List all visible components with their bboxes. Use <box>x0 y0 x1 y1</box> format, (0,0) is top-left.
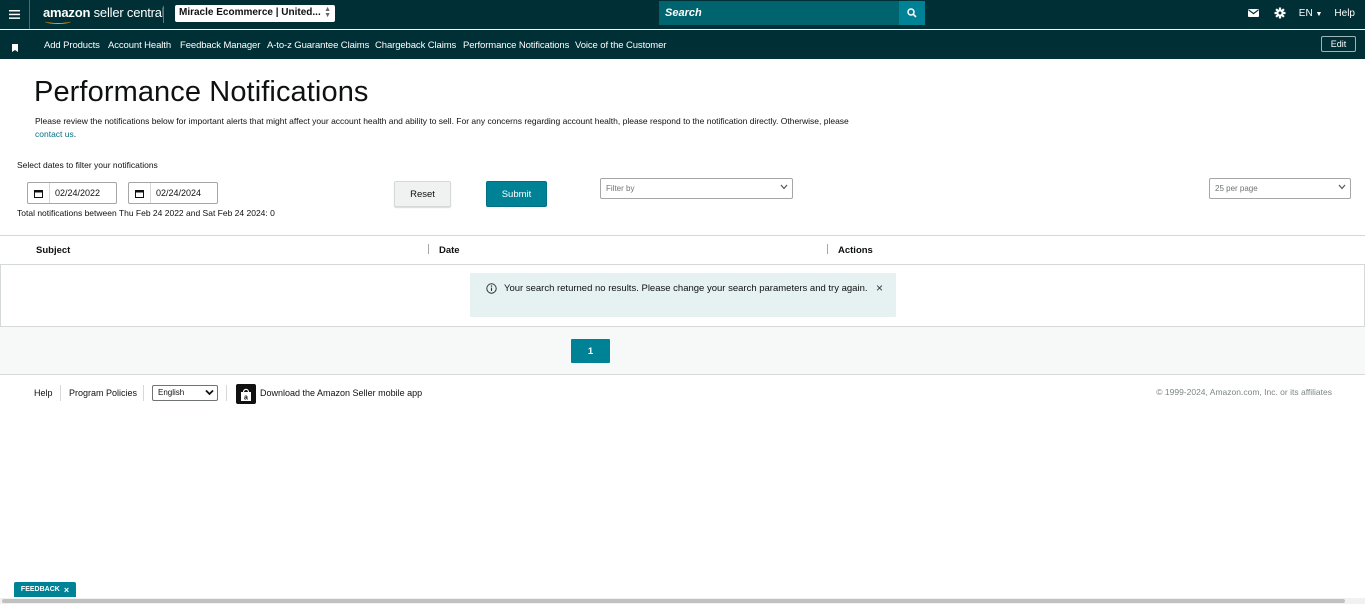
hamburger-icon <box>9 10 20 19</box>
contact-us-link[interactable]: contact us <box>35 129 74 139</box>
logo-brand: amazon <box>43 5 91 20</box>
intro-text: Please review the notifications below fo… <box>35 115 885 141</box>
no-results-alert: Your search returned no results. Please … <box>470 273 896 317</box>
store-selector[interactable]: Miracle Ecommerce | United... ▲ ▼ <box>175 5 335 22</box>
page-1-button[interactable]: 1 <box>571 339 610 363</box>
date-from-value: 02/24/2022 <box>55 188 101 198</box>
footer-divider <box>60 385 61 401</box>
bookmark-icon <box>12 44 18 52</box>
copyright-text: © 1999-2024, Amazon.com, Inc. or its aff… <box>1156 387 1332 397</box>
horizontal-scrollbar[interactable] <box>0 598 1365 604</box>
column-actions: Actions <box>838 245 873 256</box>
footer-language-select[interactable]: English <box>152 385 218 401</box>
language-label: EN <box>1298 7 1313 19</box>
gear-icon <box>1274 7 1286 19</box>
caret-down-icon: ▼ <box>1315 10 1323 18</box>
column-date[interactable]: Date <box>439 245 460 256</box>
chevron-down-icon <box>1338 184 1346 190</box>
intro-end: . <box>73 129 77 139</box>
date-from-field[interactable]: 02/24/2022 <box>27 182 117 204</box>
feedback-close-icon[interactable]: × <box>64 585 69 595</box>
download-app-link[interactable]: Download the Amazon Seller mobile app <box>260 388 422 398</box>
no-results-message: Your search returned no results. Please … <box>504 283 868 294</box>
messages-button[interactable] <box>1241 0 1267 26</box>
seller-central-logo[interactable]: amazon seller central <box>43 5 165 24</box>
filter-by-select[interactable]: Filter by <box>600 178 793 199</box>
edit-nav-button[interactable]: Edit <box>1321 36 1356 52</box>
language-selector[interactable]: EN ▼ <box>1299 8 1323 19</box>
nav-account-health[interactable]: Account Health <box>108 40 171 51</box>
nav-performance-notifications[interactable]: Performance Notifications <box>463 40 569 51</box>
footer-divider <box>143 385 144 401</box>
date-filter-label: Select dates to filter your notification… <box>17 160 158 170</box>
feedback-label: FEEDBACK <box>20 586 60 593</box>
info-icon <box>486 283 497 294</box>
page-title: Performance Notifications <box>34 76 369 108</box>
column-divider <box>428 244 429 254</box>
scrollbar-thumb[interactable] <box>2 599 1345 603</box>
calendar-icon[interactable] <box>129 183 151 203</box>
footer-divider <box>226 385 227 401</box>
search-input[interactable] <box>659 1 899 25</box>
nav-bar: Add Products Account Health Feedback Man… <box>0 30 1365 59</box>
feedback-tab[interactable]: FEEDBACK × <box>14 582 76 597</box>
total-notifications-text: Total notifications between Thu Feb 24 2… <box>17 208 275 218</box>
close-alert-button[interactable]: × <box>876 282 883 294</box>
top-header: amazon seller central Miracle Ecommerce … <box>0 0 1365 29</box>
header-divider <box>163 6 164 23</box>
nav-chargeback-claims[interactable]: Chargeback Claims <box>375 40 456 51</box>
footer-help-link[interactable]: Help <box>34 388 53 398</box>
column-divider <box>827 244 828 254</box>
reset-button[interactable]: Reset <box>394 181 451 207</box>
nav-add-products[interactable]: Add Products <box>44 40 100 51</box>
amazon-smile-icon <box>45 19 71 24</box>
updown-arrows-icon: ▲ ▼ <box>324 6 331 19</box>
date-to-value: 02/24/2024 <box>156 188 202 198</box>
footer-language-value: English <box>158 388 185 397</box>
intro-body: Please review the notifications below fo… <box>35 116 849 126</box>
search-icon <box>907 8 917 18</box>
program-policies-link[interactable]: Program Policies <box>69 388 137 398</box>
submit-button[interactable]: Submit <box>486 181 547 207</box>
nav-a-to-z-claims[interactable]: A-to-z Guarantee Claims <box>267 40 369 51</box>
chevron-down-icon <box>780 184 788 190</box>
filter-by-placeholder: Filter by <box>606 184 635 193</box>
store-selector-label: Miracle Ecommerce | United... <box>179 7 321 18</box>
pagination-bar <box>0 327 1365 375</box>
search-button[interactable] <box>899 1 925 25</box>
notifications-table-header: Subject Date Actions <box>0 235 1365 265</box>
calendar-icon[interactable] <box>28 183 50 203</box>
date-to-field[interactable]: 02/24/2024 <box>128 182 218 204</box>
per-page-select[interactable]: 25 per page <box>1209 178 1351 199</box>
column-subject[interactable]: Subject <box>36 245 70 256</box>
svg-text:a: a <box>244 395 248 402</box>
mail-icon <box>1248 9 1260 17</box>
chevron-down-icon <box>205 389 214 396</box>
amazon-app-icon[interactable]: a <box>236 384 256 404</box>
nav-voice-of-customer[interactable]: Voice of the Customer <box>575 40 666 51</box>
hamburger-menu-button[interactable] <box>0 0 30 29</box>
logo-product: seller central <box>93 5 165 20</box>
settings-button[interactable] <box>1267 0 1293 26</box>
per-page-value: 25 per page <box>1215 184 1258 193</box>
header-utilities: EN ▼ Help <box>1241 0 1355 26</box>
nav-feedback-manager[interactable]: Feedback Manager <box>180 40 260 51</box>
help-link[interactable]: Help <box>1334 8 1355 19</box>
bookmark-button[interactable] <box>12 41 18 55</box>
